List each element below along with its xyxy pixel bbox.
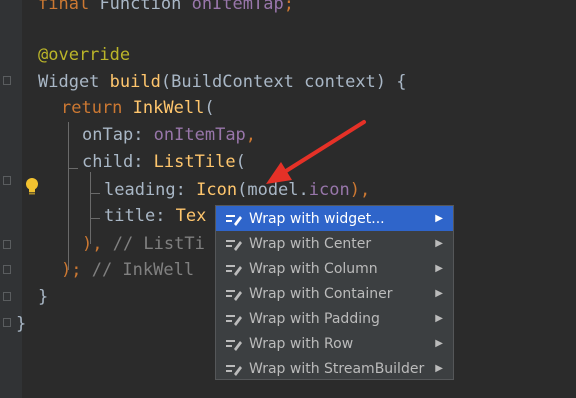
fold-marker[interactable]: [3, 240, 11, 249]
field-name: onItemTap: [153, 125, 246, 145]
editor-gutter: [0, 0, 22, 398]
code-line: ); // InkWell: [61, 258, 194, 283]
menu-item-label: Wrap with Center: [249, 235, 372, 252]
field-name: icon: [308, 180, 350, 200]
code-line: }: [38, 285, 48, 310]
edit-pencil-icon: [226, 364, 242, 376]
colon: :: [133, 152, 154, 172]
annotation: @override: [38, 45, 131, 65]
edit-pencil-icon: [226, 339, 242, 351]
type-name: InkWell: [132, 98, 205, 118]
menu-item-wrap-with-center[interactable]: Wrap with Center ▶: [216, 231, 453, 256]
lightbulb-icon[interactable]: [24, 177, 40, 197]
comment: // InkWell: [91, 260, 195, 280]
brace: }: [16, 314, 27, 334]
type-name: ListTile: [153, 152, 236, 172]
property-name: leading: [104, 180, 176, 200]
brace: }: [38, 287, 49, 307]
code-line: }: [16, 312, 26, 337]
fold-marker[interactable]: [3, 176, 11, 185]
edit-pencil-icon: [226, 289, 242, 301]
field-name: onItemTap: [191, 0, 284, 14]
chevron-right-icon: ▶: [435, 213, 443, 224]
function-name: build: [109, 72, 161, 92]
menu-item-wrap-with-widget[interactable]: Wrap with widget... ▶: [216, 206, 453, 231]
fold-marker[interactable]: [3, 76, 11, 85]
chevron-right-icon: ▶: [435, 238, 443, 249]
menu-item-label: Wrap with Padding: [249, 310, 380, 327]
menu-item-label: Wrap with Container: [249, 285, 393, 302]
code-line: final Function onItemTap;: [38, 0, 294, 17]
semicolon: ;: [283, 0, 294, 14]
indent-guide: [68, 122, 69, 270]
type-name: Tex: [175, 206, 207, 226]
indent-guide: [90, 193, 100, 194]
fold-marker[interactable]: [3, 318, 11, 327]
code-line: onTap: onItemTap,: [82, 123, 256, 148]
paren-comma: ),: [82, 234, 113, 254]
menu-item-wrap-with-streambuilder[interactable]: Wrap with StreamBuilder ▶: [216, 356, 453, 381]
chevron-right-icon: ▶: [435, 363, 443, 374]
keyword: final: [38, 0, 90, 14]
comment: // ListTi: [112, 234, 205, 254]
indent-guide: [68, 168, 78, 169]
code-line: child: ListTile(: [82, 150, 246, 175]
context-menu: Wrap with widget... ▶ Wrap with Center ▶…: [215, 205, 454, 380]
chevron-right-icon: ▶: [435, 263, 443, 274]
menu-item-label: Wrap with Row: [249, 335, 354, 352]
colon: :: [175, 180, 197, 200]
paren-comma: ),: [349, 180, 371, 200]
paren-semicolon: );: [61, 260, 92, 280]
edit-pencil-icon: [226, 239, 242, 251]
fold-marker[interactable]: [3, 265, 11, 274]
comma: ,: [245, 125, 257, 145]
menu-item-wrap-with-container[interactable]: Wrap with Container ▶: [216, 281, 453, 306]
parameters: (BuildContext context) {: [160, 72, 407, 92]
indent-guide: [90, 218, 100, 219]
menu-item-label: Wrap with widget...: [249, 210, 385, 227]
menu-item-wrap-with-padding[interactable]: Wrap with Padding ▶: [216, 306, 453, 331]
type-name: Widget: [38, 72, 100, 92]
edit-pencil-icon: [226, 264, 242, 276]
code-line: return InkWell(: [61, 96, 215, 121]
type-name: Icon: [196, 180, 238, 200]
edit-pencil-icon: [226, 214, 242, 226]
property-name: onTap: [82, 125, 134, 145]
code-line: title: Tex: [104, 204, 206, 229]
property-name: title: [104, 206, 156, 226]
edit-pencil-icon: [226, 314, 242, 326]
paren: (: [237, 180, 248, 200]
code-line: leading: Icon(model.icon),: [104, 178, 370, 203]
colon: :: [133, 125, 154, 145]
property-name: child: [82, 152, 134, 172]
colon: :: [155, 206, 176, 226]
menu-item-label: Wrap with StreamBuilder: [249, 360, 425, 377]
menu-item-wrap-with-row[interactable]: Wrap with Row ▶: [216, 331, 453, 356]
chevron-right-icon: ▶: [435, 338, 443, 349]
code-line: Widget build(BuildContext context) {: [38, 70, 407, 95]
keyword: return: [61, 98, 123, 118]
dot: .: [298, 180, 309, 200]
code-line: ), // ListTi: [82, 232, 205, 257]
chevron-right-icon: ▶: [435, 288, 443, 299]
menu-item-label: Wrap with Column: [249, 260, 378, 277]
menu-item-wrap-with-column[interactable]: Wrap with Column ▶: [216, 256, 453, 281]
paren: (: [204, 98, 215, 118]
chevron-right-icon: ▶: [435, 313, 443, 324]
paren: (: [235, 152, 246, 172]
code-line: @override: [38, 43, 130, 68]
fold-marker[interactable]: [3, 292, 11, 301]
type-name: Function: [99, 0, 182, 14]
object-name: model: [247, 180, 299, 200]
